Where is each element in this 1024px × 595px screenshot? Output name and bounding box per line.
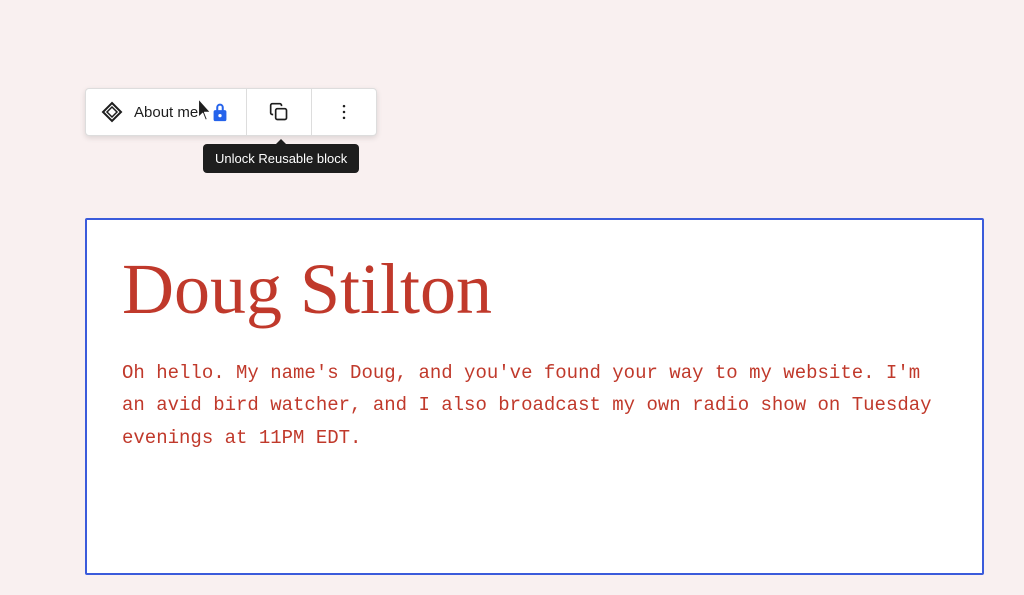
block-type-section: About me xyxy=(86,89,247,135)
block-type-icon xyxy=(98,98,126,126)
more-options-section xyxy=(312,89,376,135)
unlock-tooltip: Unlock Reusable block xyxy=(203,144,359,173)
block-heading: Doug Stilton xyxy=(122,250,947,329)
duplicate-button[interactable] xyxy=(259,92,299,132)
toolbar-wrapper: About me xyxy=(85,88,377,136)
reusable-block-content: Doug Stilton Oh hello. My name's Doug, a… xyxy=(85,218,984,575)
block-label: About me xyxy=(134,104,198,121)
block-body: Oh hello. My name's Doug, and you've fou… xyxy=(122,357,947,454)
block-toolbar: About me xyxy=(85,88,377,136)
more-options-button[interactable] xyxy=(324,92,364,132)
lock-button[interactable] xyxy=(206,98,234,126)
action-buttons-section xyxy=(247,89,312,135)
